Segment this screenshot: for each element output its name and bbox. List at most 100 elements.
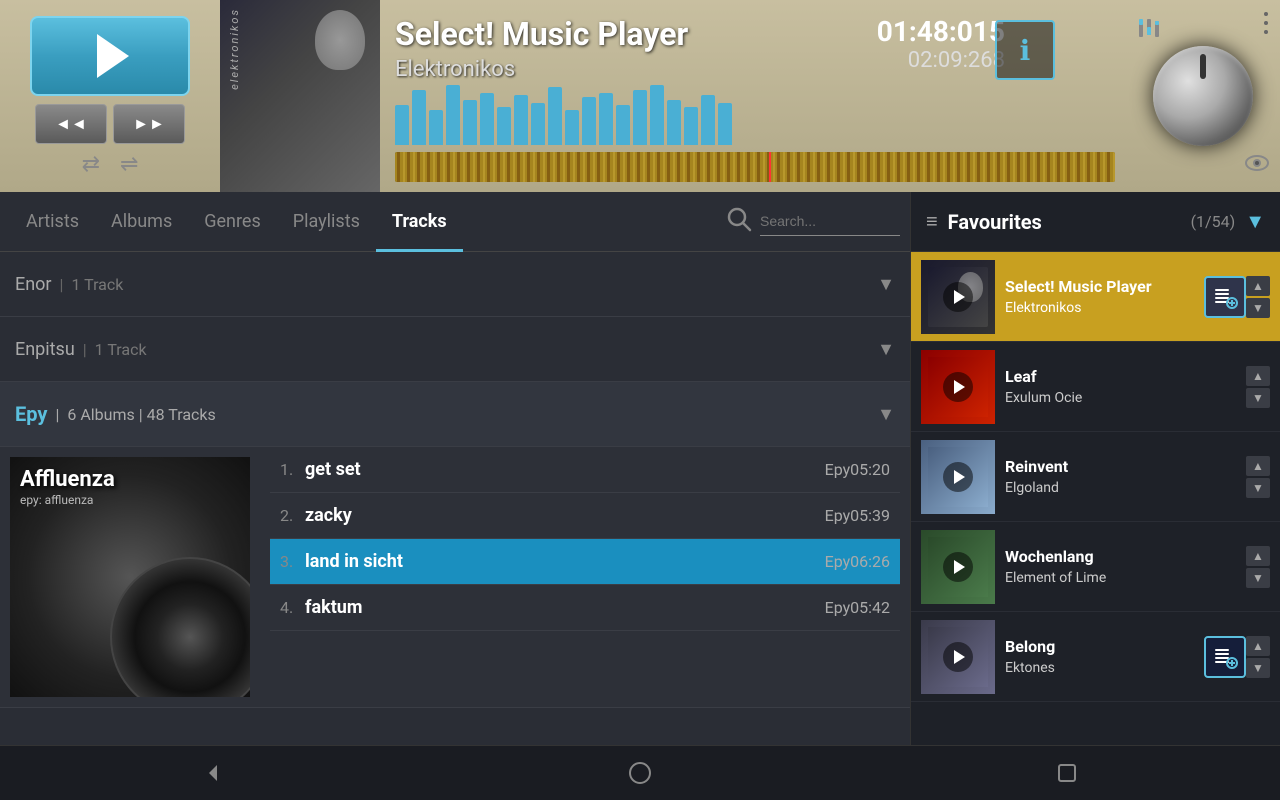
- favourites-list: Select! Music Player Elektronikos: [911, 252, 1280, 800]
- scroll-down-elektronikos[interactable]: ▼: [1246, 298, 1270, 318]
- fav-scroll-leaf: ▲ ▼: [1246, 366, 1270, 408]
- track-artist-3: Epy: [825, 552, 851, 571]
- home-icon: [628, 761, 652, 785]
- spectrum-bar: [650, 85, 664, 145]
- spectrum-bar: [667, 100, 681, 145]
- fav-title-elektronikos: Select! Music Player: [1005, 277, 1194, 296]
- home-button[interactable]: [610, 753, 670, 793]
- track-list: 1. get set Epy 05:20 2. zacky Epy 05:39: [260, 447, 910, 707]
- recent-apps-button[interactable]: [1037, 753, 1097, 793]
- scroll-up-belong[interactable]: ▲: [1246, 636, 1270, 656]
- play-button[interactable]: [30, 16, 190, 96]
- fav-scroll-wochenlang: ▲ ▼: [1246, 546, 1270, 588]
- fav-playlist-button-elektronikos[interactable]: [1204, 276, 1246, 318]
- album-art: Affluenza epy: affluenza: [10, 457, 250, 697]
- track-num-1: 1.: [280, 460, 305, 479]
- spectrum-bar: [565, 110, 579, 145]
- favourites-dropdown[interactable]: ▼: [1245, 209, 1265, 234]
- waveform[interactable]: [395, 152, 1115, 182]
- time-current: 01:48:015: [877, 15, 1005, 48]
- fav-thumbnail-wochenlang: [921, 530, 995, 604]
- nav-tabs: Artists Albums Genres Playlists Tracks: [0, 192, 910, 252]
- track-item-2[interactable]: 2. zacky Epy 05:39: [270, 493, 900, 539]
- back-button[interactable]: [183, 753, 243, 793]
- repeat-button[interactable]: ⇄: [82, 152, 100, 177]
- scroll-up-leaf[interactable]: ▲: [1246, 366, 1270, 386]
- fav-playlist-button-belong[interactable]: [1204, 636, 1246, 678]
- equalizer-icon: [1135, 15, 1163, 43]
- menu-button[interactable]: [1264, 12, 1268, 34]
- next-icon: ►►: [133, 114, 165, 134]
- player-bar: ◄◄ ►► ⇄ ⇌ elektronikos Select! Music Pla…: [0, 0, 1280, 192]
- fav-item-belong[interactable]: Belong Ektones ▲ ▼: [911, 612, 1280, 702]
- fav-thumbnail-belong: [921, 620, 995, 694]
- scroll-up-wochenlang[interactable]: ▲: [1246, 546, 1270, 566]
- fav-info-wochenlang: Wochenlang Element of Lime: [995, 547, 1246, 586]
- equalizer-button[interactable]: [1135, 15, 1163, 48]
- tab-artists[interactable]: Artists: [10, 201, 95, 242]
- track-duration-3: 06:26: [850, 552, 890, 571]
- album-art-label: elektronikos: [228, 8, 241, 90]
- track-item-4[interactable]: 4. faktum Epy 05:42: [270, 585, 900, 631]
- fav-title-belong: Belong: [1005, 637, 1194, 656]
- scroll-down-reinvent[interactable]: ▼: [1246, 478, 1270, 498]
- main-content: Artists Albums Genres Playlists Tracks E…: [0, 192, 1280, 800]
- fav-title-leaf: Leaf: [1005, 367, 1236, 386]
- search-input[interactable]: [760, 208, 900, 236]
- fav-info-belong: Belong Ektones: [995, 637, 1204, 676]
- list-icon[interactable]: ≡: [926, 209, 938, 234]
- artist-row-epy[interactable]: Epy | 6 Albums | 48 Tracks ▼: [0, 382, 910, 447]
- artist-meta-enor: 1 Track: [71, 275, 123, 294]
- scroll-down-wochenlang[interactable]: ▼: [1246, 568, 1270, 588]
- tab-genres[interactable]: Genres: [188, 201, 277, 242]
- track-title-2: zacky: [305, 505, 817, 526]
- fav-item-wochenlang[interactable]: Wochenlang Element of Lime ▲ ▼: [911, 522, 1280, 612]
- fav-title-wochenlang: Wochenlang: [1005, 547, 1236, 566]
- fav-item-leaf[interactable]: Leaf Exulum Ocie ▲ ▼: [911, 342, 1280, 432]
- visualizer-button[interactable]: [1244, 153, 1270, 177]
- fav-item-elektronikos[interactable]: Select! Music Player Elektronikos: [911, 252, 1280, 342]
- track-item-3[interactable]: 3. land in sicht Epy 06:26: [270, 539, 900, 585]
- track-item-1[interactable]: 1. get set Epy 05:20: [270, 447, 900, 493]
- info-button[interactable]: ℹ: [995, 20, 1055, 80]
- artist-name-enpitsu: Enpitsu: [15, 339, 75, 360]
- time-total: 02:09:268: [877, 48, 1005, 73]
- bottom-nav: [0, 745, 1280, 800]
- artist-meta-enpitsu: 1 Track: [95, 340, 147, 359]
- artist-row-enpitsu[interactable]: Enpitsu | 1 Track ▼: [0, 317, 910, 382]
- shuffle-button[interactable]: ⇌: [120, 152, 138, 177]
- transport-buttons: ◄◄ ►►: [35, 104, 185, 144]
- expand-icon-enor: ▼: [877, 274, 895, 295]
- artist-list: Enor | 1 Track ▼ Enpitsu | 1 Track ▼ Epy…: [0, 252, 910, 800]
- track-duration-1: 05:20: [850, 460, 890, 479]
- track-artist-2: Epy: [825, 506, 851, 525]
- time-display: 01:48:015 02:09:268: [877, 15, 1005, 73]
- album-title: Affluenza: [20, 467, 115, 492]
- prev-button[interactable]: ◄◄: [35, 104, 107, 144]
- scroll-down-leaf[interactable]: ▼: [1246, 388, 1270, 408]
- next-button[interactable]: ►►: [113, 104, 185, 144]
- scroll-up-elektronikos[interactable]: ▲: [1246, 276, 1270, 296]
- search-button[interactable]: [726, 206, 752, 238]
- tab-playlists[interactable]: Playlists: [277, 201, 376, 242]
- tab-tracks[interactable]: Tracks: [376, 201, 463, 242]
- expanded-album-content: Affluenza epy: affluenza 1. get set Epy …: [0, 447, 910, 708]
- fav-artist-reinvent: Elgoland: [1005, 480, 1236, 496]
- fav-item-reinvent[interactable]: Reinvent Elgoland ▲ ▼: [911, 432, 1280, 522]
- artist-row-enor[interactable]: Enor | 1 Track ▼: [0, 252, 910, 317]
- favourites-panel: ≡ Favourites (1/54) ▼: [910, 192, 1280, 800]
- artist-name-epy: Epy: [15, 402, 47, 426]
- spectrum-bar: [531, 103, 545, 145]
- volume-knob[interactable]: [1153, 46, 1253, 146]
- spectrum-bar: [446, 85, 460, 145]
- tab-albums[interactable]: Albums: [95, 201, 188, 242]
- scroll-down-belong[interactable]: ▼: [1246, 658, 1270, 678]
- spectrum-bar: [412, 90, 426, 145]
- spectrum-bars: [395, 90, 1115, 150]
- fav-thumbnail-leaf: [921, 350, 995, 424]
- spectrum-bar: [701, 95, 715, 145]
- spectrum-bar: [514, 95, 528, 145]
- track-num-3: 3.: [280, 552, 305, 571]
- scroll-up-reinvent[interactable]: ▲: [1246, 456, 1270, 476]
- fav-thumbnail-elektronikos: [921, 260, 995, 334]
